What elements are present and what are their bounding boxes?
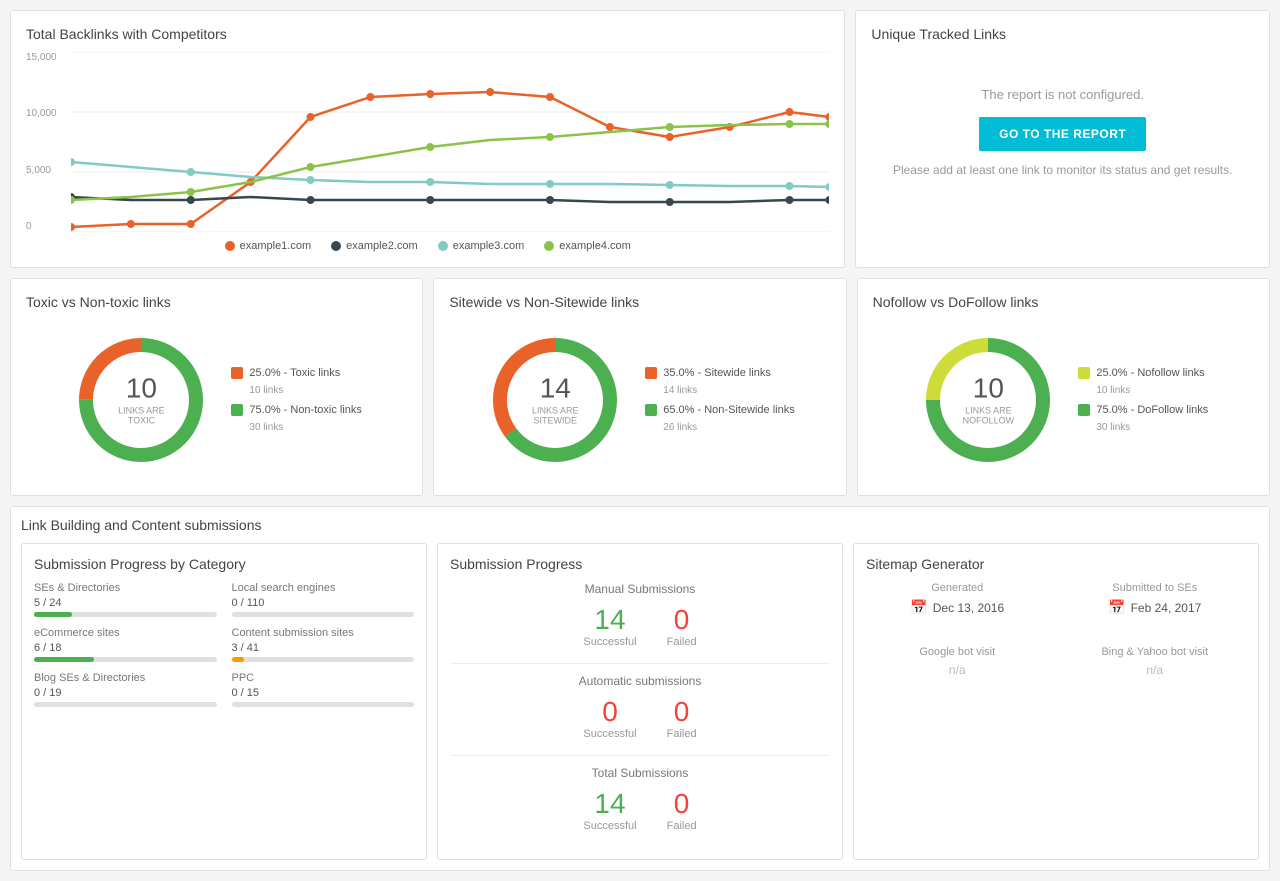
tracked-links-content: The report is not configured. GO TO THE …: [871, 52, 1254, 212]
sitemap-submitted-value: 📅 Feb 24, 2017: [1064, 599, 1247, 616]
chart-legend: example1.com example2.com example3.com e…: [26, 240, 829, 252]
nofollow-center: 10 LINKS ARE NOFOLLOW: [953, 375, 1023, 426]
tracked-links-card: Unique Tracked Links The report is not c…: [855, 10, 1270, 268]
tracked-links-sub: Please add at least one link to monitor …: [893, 163, 1233, 177]
submission-progress-title: Submission Progress: [450, 556, 830, 572]
chart-svg-container: [71, 52, 829, 232]
legend-example1: example1.com: [225, 240, 312, 252]
legend-example3: example3.com: [438, 240, 525, 252]
sitemap-submitted: Submitted to SEs 📅 Feb 24, 2017: [1064, 582, 1247, 616]
not-configured-text: The report is not configured.: [981, 87, 1144, 102]
go-to-report-button[interactable]: GO TO THE REPORT: [979, 117, 1146, 151]
nofollow-donut: 10 LINKS ARE NOFOLLOW: [918, 330, 1058, 470]
sitemap-generated: Generated 📅 Dec 13, 2016: [866, 582, 1049, 616]
sub-cat-content: Content submission sites 3 / 41: [232, 627, 415, 662]
toxic-donut-card: Toxic vs Non-toxic links 10 LINKS ARE TO…: [10, 278, 423, 496]
top-row: Total Backlinks with Competitors 15,000 …: [10, 10, 1270, 268]
manual-failed: 0 Failed: [667, 604, 697, 648]
toxic-center: 10 LINKS ARE TOXIC: [106, 375, 176, 426]
sitemap-grid: Generated 📅 Dec 13, 2016 Submitted to SE…: [866, 582, 1246, 677]
total-submission-section: Total Submissions 14 Successful 0 Failed: [450, 766, 830, 832]
nofollow-legend-item-2: 75.0% - DoFollow links: [1078, 404, 1208, 416]
sub-cat-ses: SEs & Directories 5 / 24: [34, 582, 217, 617]
tracked-links-title: Unique Tracked Links: [871, 26, 1254, 42]
sitewide-donut-container: 14 LINKS ARE SITEWIDE 35.0% - Sitewide l…: [449, 320, 830, 480]
sitemap-bing-bot: Bing & Yahoo bot visit n/a: [1064, 646, 1247, 677]
sitemap-generator-card: Sitemap Generator Generated 📅 Dec 13, 20…: [853, 543, 1259, 860]
nofollow-donut-card: Nofollow vs DoFollow links 10 LINKS ARE …: [857, 278, 1270, 496]
sitewide-title: Sitewide vs Non-Sitewide links: [449, 294, 830, 310]
nofollow-legend-item-1: 25.0% - Nofollow links: [1078, 367, 1208, 379]
automatic-successful: 0 Successful: [583, 696, 636, 740]
manual-successful: 14 Successful: [583, 604, 636, 648]
nofollow-donut-container: 10 LINKS ARE NOFOLLOW 25.0% - Nofollow l…: [873, 320, 1254, 480]
calendar-icon-generated: 📅: [910, 599, 927, 616]
sitemap-title: Sitemap Generator: [866, 556, 1246, 572]
toxic-legend: 25.0% - Toxic links 10 links 75.0% - Non…: [231, 367, 362, 433]
legend-example2: example2.com: [331, 240, 418, 252]
total-successful: 14 Successful: [583, 788, 636, 832]
toxic-donut-container: 10 LINKS ARE TOXIC 25.0% - Toxic links 1…: [26, 320, 407, 480]
sub-cat-blog: Blog SEs & Directories 0 / 19: [34, 672, 217, 707]
backlinks-card: Total Backlinks with Competitors 15,000 …: [10, 10, 845, 268]
bottom-cards-row: Submission Progress by Category SEs & Di…: [21, 543, 1259, 860]
legend-dot-example3: [438, 241, 448, 251]
submission-category-card: Submission Progress by Category SEs & Di…: [21, 543, 427, 860]
sitewide-legend: 35.0% - Sitewide links 14 links 65.0% - …: [645, 367, 794, 433]
donut-row: Toxic vs Non-toxic links 10 LINKS ARE TO…: [10, 278, 1270, 496]
sitewide-donut-card: Sitewide vs Non-Sitewide links 14 LINKS …: [433, 278, 846, 496]
backlinks-chart: 15,000 10,000 5,000 0: [26, 52, 829, 232]
submission-progress-card: Submission Progress Manual Submissions 1…: [437, 543, 843, 860]
bottom-section-title: Link Building and Content submissions: [21, 517, 1259, 533]
toxic-legend-item-1: 25.0% - Toxic links: [231, 367, 362, 379]
total-failed: 0 Failed: [667, 788, 697, 832]
legend-dot-example4: [544, 241, 554, 251]
automatic-submission-row: 0 Successful 0 Failed: [450, 696, 830, 740]
backlinks-title: Total Backlinks with Competitors: [26, 26, 829, 42]
legend-example4: example4.com: [544, 240, 631, 252]
sub-cat-ecommerce: eCommerce sites 6 / 18: [34, 627, 217, 662]
bottom-section: Link Building and Content submissions Su…: [10, 506, 1270, 871]
legend-dot-example1: [225, 241, 235, 251]
toxic-legend-item-2: 75.0% - Non-toxic links: [231, 404, 362, 416]
dashboard: Total Backlinks with Competitors 15,000 …: [0, 0, 1280, 881]
total-submission-row: 14 Successful 0 Failed: [450, 788, 830, 832]
submission-category-grid: SEs & Directories 5 / 24 Local search en…: [34, 582, 414, 707]
sitewide-donut: 14 LINKS ARE SITEWIDE: [485, 330, 625, 470]
y-axis: 15,000 10,000 5,000 0: [26, 52, 71, 232]
submission-category-title: Submission Progress by Category: [34, 556, 414, 572]
manual-submission-row: 14 Successful 0 Failed: [450, 604, 830, 648]
manual-submission-section: Manual Submissions 14 Successful 0 Faile…: [450, 582, 830, 648]
line-chart-svg: [71, 52, 829, 232]
sitewide-legend-item-1: 35.0% - Sitewide links: [645, 367, 794, 379]
automatic-submission-section: Automatic submissions 0 Successful 0 Fai…: [450, 674, 830, 740]
sub-cat-ppc: PPC 0 / 15: [232, 672, 415, 707]
toxic-title: Toxic vs Non-toxic links: [26, 294, 407, 310]
sitemap-google-bot: Google bot visit n/a: [866, 646, 1049, 677]
sitemap-generated-value: 📅 Dec 13, 2016: [866, 599, 1049, 616]
sitewide-center: 14 LINKS ARE SITEWIDE: [520, 375, 590, 426]
legend-dot-example2: [331, 241, 341, 251]
nofollow-legend: 25.0% - Nofollow links 10 links 75.0% - …: [1078, 367, 1208, 433]
nofollow-title: Nofollow vs DoFollow links: [873, 294, 1254, 310]
sitewide-legend-item-2: 65.0% - Non-Sitewide links: [645, 404, 794, 416]
automatic-failed: 0 Failed: [667, 696, 697, 740]
toxic-donut: 10 LINKS ARE TOXIC: [71, 330, 211, 470]
sub-cat-local: Local search engines 0 / 110: [232, 582, 415, 617]
calendar-icon-submitted: 📅: [1108, 599, 1125, 616]
